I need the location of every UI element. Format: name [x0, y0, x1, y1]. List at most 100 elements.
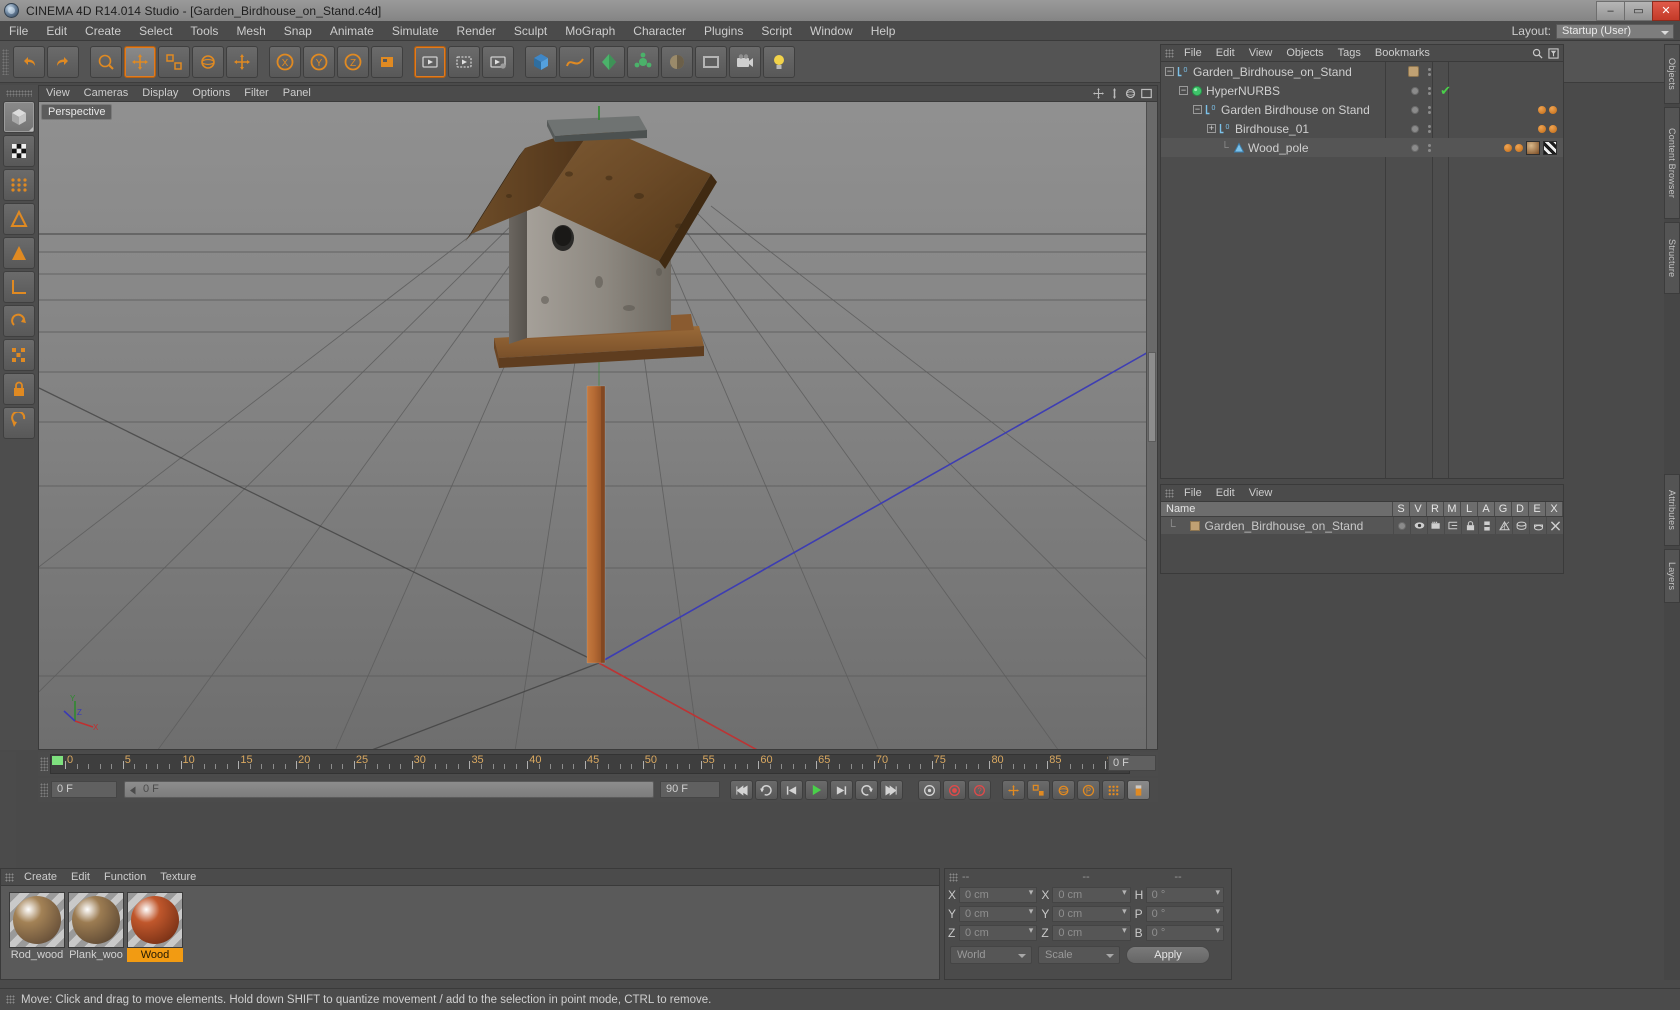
scale-view-icon[interactable] [1109, 88, 1120, 99]
lock-x-axis-button[interactable]: X [269, 45, 301, 78]
coord-rotation-field[interactable]: 0 ° ▾ [1145, 886, 1224, 903]
timeline-frame-field[interactable]: 0 F [1108, 755, 1156, 771]
object-tag-dot[interactable] [1515, 143, 1523, 152]
objmgr-menu-tags[interactable]: Tags [1331, 45, 1368, 61]
menu-window[interactable]: Window [801, 22, 862, 40]
layout-dropdown[interactable]: Startup (User) [1556, 23, 1674, 39]
viewport-scrollbar[interactable] [1146, 102, 1157, 749]
menu-script[interactable]: Script [752, 22, 801, 40]
minimize-button[interactable]: – [1596, 0, 1624, 21]
layermgr-menu-file[interactable]: File [1177, 485, 1209, 501]
goto-start-button[interactable] [730, 780, 753, 800]
menu-file[interactable]: File [0, 22, 37, 40]
coord-rotation-field[interactable]: 0 ° ▾ [1145, 924, 1224, 941]
toolbar-grip[interactable] [2, 48, 9, 75]
objmgr-menu-edit[interactable]: Edit [1209, 45, 1242, 61]
step-forward-button[interactable] [830, 780, 853, 800]
current-frame-field[interactable]: 0 F [51, 781, 117, 798]
object-editor-render-dots[interactable] [1428, 105, 1431, 114]
layer-color-swatch[interactable] [1189, 520, 1200, 531]
model-mode-button[interactable] [3, 101, 35, 133]
coord-rotation-field[interactable]: 0 ° ▾ [1145, 905, 1224, 922]
menu-help[interactable]: Help [862, 22, 905, 40]
move-tool[interactable] [124, 45, 156, 78]
hypernurbs-enabled-check-icon[interactable]: ✔ [1440, 84, 1451, 97]
layer-column-l[interactable]: L [1461, 502, 1478, 516]
objmgr-menu-bookmarks[interactable]: Bookmarks [1368, 45, 1437, 61]
enable-axis-modification-button[interactable] [3, 305, 35, 337]
step-back-button[interactable] [780, 780, 803, 800]
render-view-button[interactable] [414, 45, 446, 78]
vtab-attributes[interactable]: Attributes [1664, 474, 1680, 546]
object-expander[interactable]: − [1193, 105, 1202, 114]
coordinates-grip[interactable] [949, 872, 958, 882]
object-row[interactable]: └ Wood_pole [1161, 138, 1563, 157]
menu-create[interactable]: Create [76, 22, 130, 40]
lock-z-axis-button[interactable]: Z [337, 45, 369, 78]
layer-deformer-toggle[interactable] [1512, 517, 1529, 534]
add-scene-object-button[interactable] [695, 45, 727, 78]
add-spline-object-button[interactable] [559, 45, 591, 78]
layer-manager-toggle[interactable] [1444, 517, 1461, 534]
maximize-button[interactable]: ▭ [1624, 0, 1652, 21]
move-view-icon[interactable] [1093, 88, 1104, 99]
vtab-content-browser[interactable]: Content Browser [1664, 107, 1680, 219]
material-item[interactable]: Rod_wood [9, 892, 65, 979]
timeline-ruler[interactable]: 051015202530354045505560657075808590 [50, 754, 1130, 774]
coordinate-mode-dropdown[interactable]: Scale [1038, 946, 1120, 964]
material-item[interactable]: Plank_woo [68, 892, 124, 979]
texture-mode-button[interactable] [3, 135, 35, 167]
add-hypernurbs-object-button[interactable] [593, 45, 625, 78]
coordinate-space-dropdown[interactable]: World [950, 946, 1032, 964]
object-expander[interactable]: − [1179, 86, 1188, 95]
menu-simulate[interactable]: Simulate [383, 22, 448, 40]
viewport-camera-tab[interactable]: Perspective [41, 104, 113, 120]
object-row[interactable]: +0 Birdhouse_01 [1161, 119, 1563, 138]
add-cube-object-button[interactable] [525, 45, 557, 78]
scale-tool[interactable] [158, 45, 190, 78]
viewport-menu-display[interactable]: Display [135, 86, 185, 101]
object-expander[interactable]: − [1165, 67, 1174, 76]
layer-row[interactable]: └ Garden_Birdhouse_on_Stand [1161, 517, 1563, 534]
vtab-objects[interactable]: Objects [1664, 44, 1680, 104]
layer-lock-toggle[interactable] [1461, 517, 1478, 534]
rotate-tool[interactable] [192, 45, 224, 78]
layer-generator-toggle[interactable] [1495, 517, 1512, 534]
render-settings-button[interactable] [482, 45, 514, 78]
record-button[interactable] [943, 780, 966, 800]
material-name[interactable]: Rod_wood [9, 948, 65, 962]
current-frame-marker[interactable] [52, 756, 63, 765]
workplane-mode-button[interactable] [3, 271, 35, 303]
menu-animate[interactable]: Animate [321, 22, 383, 40]
perspective-viewport[interactable]: View Cameras Display Options Filter Panel Per… [38, 85, 1158, 750]
matmgr-menu-function[interactable]: Function [97, 869, 153, 885]
layermgr-menu-view[interactable]: View [1242, 485, 1280, 501]
vtab-layers[interactable]: Layers [1664, 549, 1680, 603]
layer-column-d[interactable]: D [1512, 502, 1529, 516]
search-icon[interactable] [1532, 48, 1543, 59]
layer-visible-toggle[interactable] [1410, 517, 1427, 534]
object-editor-render-dots[interactable] [1428, 124, 1431, 133]
object-visibility-dot[interactable] [1411, 143, 1419, 152]
rotation-key-button[interactable] [1052, 780, 1075, 800]
position-key-button[interactable] [1002, 780, 1025, 800]
apply-button[interactable]: Apply [1126, 946, 1210, 964]
vtab-structure[interactable]: Structure [1664, 222, 1680, 294]
redo-button[interactable] [47, 45, 79, 78]
playback-grip[interactable] [40, 783, 48, 797]
menu-tools[interactable]: Tools [181, 22, 227, 40]
layer-column-a[interactable]: A [1478, 502, 1495, 516]
layer-column-e[interactable]: E [1529, 502, 1546, 516]
layer-xpresso-toggle[interactable] [1546, 517, 1563, 534]
menu-mesh[interactable]: Mesh [227, 22, 274, 40]
layer-manager-grip[interactable] [1165, 488, 1174, 498]
layer-animation-toggle[interactable] [1478, 517, 1495, 534]
layer-solo-toggle[interactable] [1393, 517, 1410, 534]
layer-column-s[interactable]: S [1393, 502, 1410, 516]
undo-button[interactable] [13, 45, 45, 78]
layermgr-menu-edit[interactable]: Edit [1209, 485, 1242, 501]
object-row[interactable]: − 0 Garden Birdhouse on Stand [1161, 100, 1563, 119]
objmgr-menu-objects[interactable]: Objects [1279, 45, 1330, 61]
object-row[interactable]: − 0 Garden_Birdhouse_on_Stand [1161, 62, 1563, 81]
add-deformer-object-button[interactable] [661, 45, 693, 78]
